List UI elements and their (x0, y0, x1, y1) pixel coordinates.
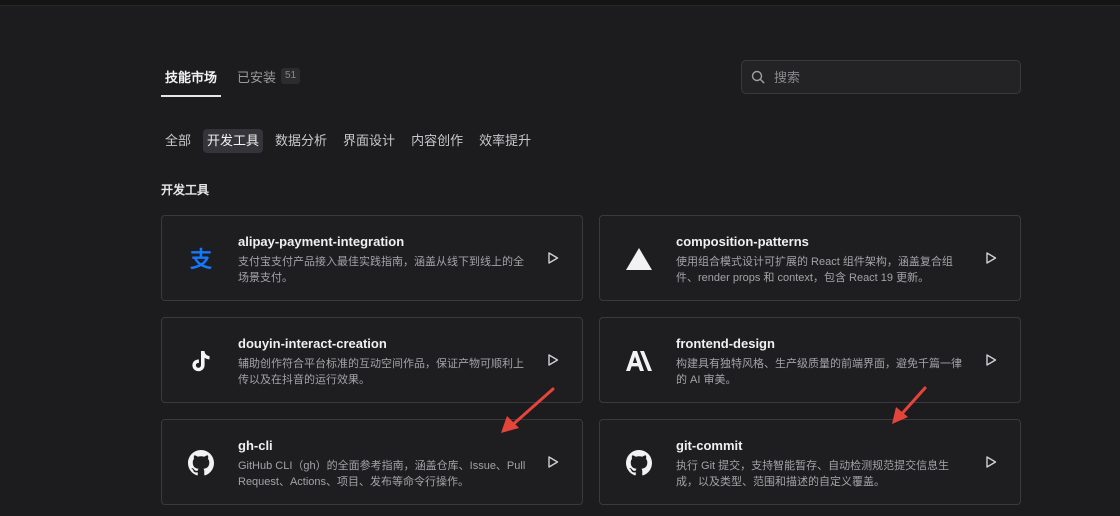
tab-skill-market[interactable]: 技能市场 (161, 56, 222, 97)
github-icon (186, 448, 216, 478)
skill-description: 使用组合模式设计可扩展的 React 组件架构，涵盖复合组件、render pr… (676, 256, 953, 284)
filter-dev-tools[interactable]: 开发工具 (203, 129, 264, 153)
tab-installed[interactable]: 已安装 51 (233, 56, 304, 96)
skill-name: composition-patterns (676, 234, 809, 249)
filter-ui-design[interactable]: 界面设计 (339, 129, 399, 153)
anthropic-icon (624, 346, 654, 376)
skill-description: GitHub CLI（gh）的全面参考指南，涵盖仓库、Issue、Pull Re… (238, 460, 526, 488)
filter-data-analysis[interactable]: 数据分析 (271, 129, 331, 153)
play-icon[interactable] (546, 455, 560, 469)
search-icon (751, 70, 765, 84)
skill-name: frontend-design (676, 336, 775, 351)
top-bar (0, 0, 1120, 6)
triangle-icon (624, 244, 654, 274)
skill-description: 辅助创作符合平台标准的互动空间作品，保证产物可顺利上传以及在抖音的运行效果。 (238, 358, 524, 386)
filter-content-creation[interactable]: 内容创作 (407, 129, 467, 153)
search-input[interactable] (772, 68, 1006, 86)
tab-label: 已安装 (237, 70, 277, 85)
skill-card-alipay[interactable]: 支 alipay-payment-integration 支付宝支付产品接入最佳… (161, 215, 583, 301)
play-icon[interactable] (984, 251, 998, 265)
search-box[interactable] (741, 60, 1021, 94)
play-icon[interactable] (984, 353, 998, 367)
filter-productivity[interactable]: 效率提升 (475, 129, 535, 153)
category-filters: 全部 开发工具 数据分析 界面设计 内容创作 效率提升 (161, 129, 535, 153)
skill-name: gh-cli (238, 438, 273, 453)
installed-count-badge: 51 (281, 68, 301, 84)
tiktok-icon (186, 346, 216, 376)
skill-name: douyin-interact-creation (238, 336, 387, 351)
skill-card-frontend-design[interactable]: frontend-design 构建具有独特风格、生产级质量的前端界面，避免千篇… (599, 317, 1021, 403)
play-icon[interactable] (984, 455, 998, 469)
skill-card-gh-cli[interactable]: gh-cli GitHub CLI（gh）的全面参考指南，涵盖仓库、Issue、… (161, 419, 583, 505)
skill-card-git-commit[interactable]: git-commit 执行 Git 提交，支持智能暂存、自动检测规范提交信息生成… (599, 419, 1021, 505)
main-tabs: 技能市场 已安装 51 (161, 56, 316, 98)
skill-card-composition-patterns[interactable]: composition-patterns 使用组合模式设计可扩展的 React … (599, 215, 1021, 301)
filter-all[interactable]: 全部 (161, 129, 195, 153)
alipay-icon: 支 (186, 244, 216, 274)
svg-text:支: 支 (190, 248, 213, 272)
tab-label: 技能市场 (165, 70, 218, 85)
play-icon[interactable] (546, 353, 560, 367)
skill-name: alipay-payment-integration (238, 234, 405, 249)
github-icon (624, 448, 654, 478)
play-icon[interactable] (546, 251, 560, 265)
skill-description: 构建具有独特风格、生产级质量的前端界面，避免千篇一律的 AI 审美。 (676, 358, 962, 386)
skill-card-douyin[interactable]: douyin-interact-creation 辅助创作符合平台标准的互动空间… (161, 317, 583, 403)
section-title: 开发工具 (161, 183, 210, 197)
skill-description: 执行 Git 提交，支持智能暂存、自动检测规范提交信息生成，以及类型、范围和描述… (676, 460, 950, 488)
skill-name: git-commit (676, 438, 743, 453)
skill-description: 支付宝支付产品接入最佳实践指南，涵盖从线下到线上的全场景支付。 (238, 256, 524, 284)
